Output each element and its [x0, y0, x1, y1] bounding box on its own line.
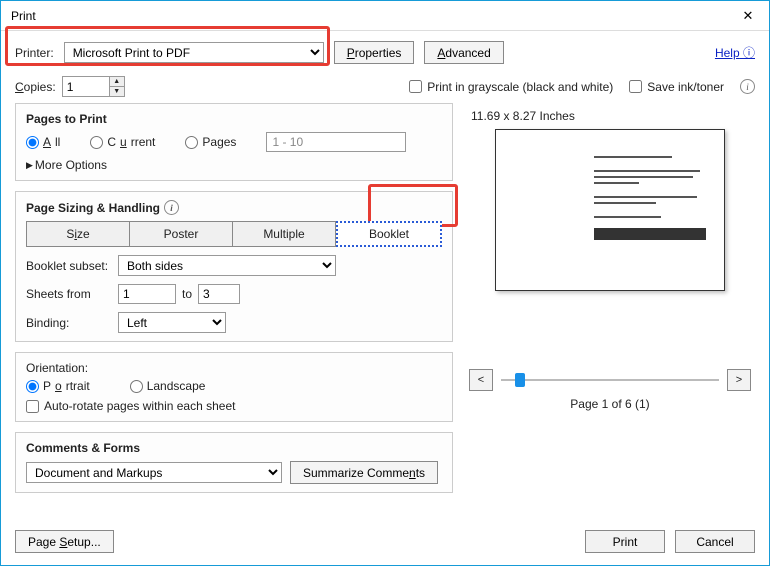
- orientation-panel: Orientation: Portrait Landscape Auto-rot…: [15, 352, 453, 422]
- printer-label: Printer:: [15, 46, 54, 60]
- radio-landscape[interactable]: Landscape: [130, 379, 206, 393]
- radio-all[interactable]: All: [26, 135, 60, 149]
- close-button[interactable]: ✕: [727, 1, 769, 31]
- copies-down[interactable]: ▼: [110, 86, 124, 96]
- preview-page-label: Page 1 of 6 (1): [465, 397, 755, 411]
- orientation-heading: Orientation:: [26, 361, 442, 375]
- preview-next-button[interactable]: >: [727, 369, 751, 391]
- sheets-from-input[interactable]: [118, 284, 176, 304]
- binding-select[interactable]: Left: [118, 312, 226, 333]
- summarize-comments-button[interactable]: Summarize Comments: [290, 461, 438, 484]
- window-title: Print: [11, 9, 36, 23]
- print-button[interactable]: Print: [585, 530, 665, 553]
- grayscale-checkbox[interactable]: Print in grayscale (black and white): [409, 80, 613, 94]
- page-preview: [495, 129, 725, 291]
- autorotate-checkbox[interactable]: Auto-rotate pages within each sheet: [26, 399, 442, 413]
- advanced-button[interactable]: Advanced: [424, 41, 503, 64]
- comments-panel: Comments & Forms Document and Markups Su…: [15, 432, 453, 493]
- titlebar: Print ✕: [1, 1, 769, 31]
- sizing-heading: Page Sizing & Handling i: [26, 200, 442, 215]
- info-icon: i: [164, 200, 179, 215]
- properties-button[interactable]: Properties: [334, 41, 415, 64]
- preview-pane: 11.69 x 8.27 Inches <: [465, 103, 755, 514]
- preview-slider[interactable]: [501, 369, 719, 391]
- preview-prev-button[interactable]: <: [469, 369, 493, 391]
- copies-label: Copies:: [15, 80, 56, 94]
- radio-pages[interactable]: Pages: [185, 135, 236, 149]
- tab-booklet[interactable]: Booklet: [336, 221, 442, 247]
- tab-multiple[interactable]: Multiple: [233, 221, 336, 247]
- copies-spinner[interactable]: ▲▼: [62, 76, 125, 97]
- booklet-subset-label: Booklet subset:: [26, 259, 112, 273]
- tab-poster[interactable]: Poster: [130, 221, 233, 247]
- radio-portrait[interactable]: Portrait: [26, 379, 90, 393]
- copies-input[interactable]: [62, 76, 110, 97]
- sheets-to-input[interactable]: [198, 284, 240, 304]
- pages-to-print-panel: Pages to Print All Current Pages ▶More O…: [15, 103, 453, 181]
- comments-heading: Comments & Forms: [26, 441, 442, 455]
- tab-size[interactable]: Size: [26, 221, 130, 247]
- sizing-panel: Page Sizing & Handling i Size Poster Mul…: [15, 191, 453, 342]
- page-setup-button[interactable]: Page Setup...: [15, 530, 114, 553]
- pages-range-input[interactable]: [266, 132, 406, 152]
- radio-current[interactable]: Current: [90, 135, 155, 149]
- printer-select[interactable]: Microsoft Print to PDF: [64, 42, 324, 63]
- binding-label: Binding:: [26, 316, 112, 330]
- comments-select[interactable]: Document and Markups: [26, 462, 282, 483]
- to-label: to: [182, 287, 192, 301]
- print-dialog: Print ✕ Printer: Microsoft Print to PDF …: [0, 0, 770, 566]
- cancel-button[interactable]: Cancel: [675, 530, 755, 553]
- help-link[interactable]: Help ⓘ: [715, 44, 755, 61]
- booklet-subset-select[interactable]: Both sides: [118, 255, 336, 276]
- page-dimensions: 11.69 x 8.27 Inches: [471, 109, 755, 123]
- sheets-from-label: Sheets from: [26, 287, 112, 301]
- pages-heading: Pages to Print: [26, 112, 442, 126]
- save-ink-checkbox[interactable]: Save ink/toner: [629, 80, 724, 94]
- copies-up[interactable]: ▲: [110, 77, 124, 86]
- info-icon: i: [740, 79, 755, 94]
- more-options-toggle[interactable]: ▶More Options: [26, 158, 442, 172]
